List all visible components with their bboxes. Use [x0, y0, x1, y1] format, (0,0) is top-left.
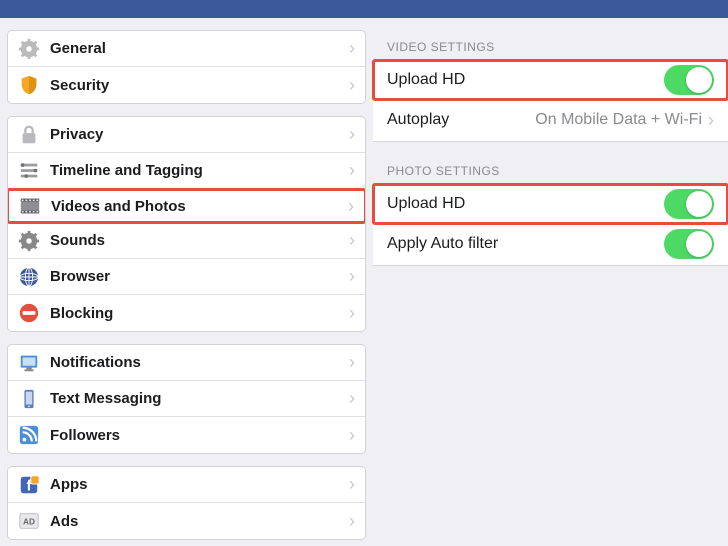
settings-row-videos[interactable]: Videos and Photos›	[7, 188, 366, 224]
chevron-right-icon: ›	[348, 196, 354, 217]
chevron-right-icon: ›	[349, 474, 355, 495]
settings-row-label: Videos and Photos	[51, 198, 348, 215]
settings-row-security[interactable]: Security›	[8, 67, 365, 103]
settings-row-timeline[interactable]: Timeline and Tagging›	[8, 153, 365, 189]
setting-row-photo_hd: Upload HD	[372, 183, 728, 225]
block-icon	[18, 302, 40, 324]
chevron-right-icon: ›	[349, 160, 355, 181]
svg-text:AD: AD	[23, 518, 35, 527]
setting-row-autofilter: Apply Auto filter	[373, 223, 728, 265]
apps-icon: f	[18, 474, 40, 496]
timeline-icon	[18, 160, 40, 182]
chevron-right-icon: ›	[349, 388, 355, 409]
monitor-icon	[18, 352, 40, 374]
ads-icon: AD	[18, 510, 40, 532]
detail-pane: VIDEO SETTINGS Upload HD AutoplayOn Mobile…	[373, 0, 728, 546]
settings-row-sounds[interactable]: Sounds›	[8, 223, 365, 259]
settings-row-label: Sounds	[50, 232, 349, 249]
chevron-right-icon: ›	[349, 38, 355, 59]
lock-icon	[18, 124, 40, 146]
settings-group: Privacy›Timeline and Tagging›Videos and …	[7, 116, 366, 332]
toggle-switch[interactable]	[664, 229, 714, 259]
chevron-right-icon: ›	[349, 230, 355, 251]
settings-row-general[interactable]: General›	[8, 31, 365, 67]
settings-group: General›Security›	[7, 30, 366, 104]
settings-row-label: Apps	[50, 476, 349, 493]
settings-row-blocking[interactable]: Blocking›	[8, 295, 365, 331]
section-header: VIDEO SETTINGS	[373, 18, 728, 60]
chevron-right-icon: ›	[349, 352, 355, 373]
gear-icon	[18, 38, 40, 60]
settings-row-label: Browser	[50, 268, 349, 285]
phone-icon	[18, 388, 40, 410]
settings-group: fApps›ADAds›	[7, 466, 366, 540]
settings-row-apps[interactable]: f Apps›	[8, 467, 365, 503]
settings-row-label: Ads	[50, 513, 349, 530]
settings-row-label: Security	[50, 77, 349, 94]
chevron-right-icon: ›	[349, 303, 355, 324]
film-icon	[19, 195, 41, 217]
toggle-switch[interactable]	[664, 65, 714, 95]
settings-row-label: Notifications	[50, 354, 349, 371]
settings-section: Upload HD AutoplayOn Mobile Data + Wi-Fi ›	[373, 60, 728, 142]
settings-group: Notifications›Text Messaging›Followers›	[7, 344, 366, 454]
rss-icon	[18, 424, 40, 446]
toggle-switch[interactable]	[664, 189, 714, 219]
globe-icon	[18, 266, 40, 288]
setting-row-autoplay[interactable]: AutoplayOn Mobile Data + Wi-Fi ›	[373, 99, 728, 141]
chevron-right-icon: ›	[349, 511, 355, 532]
settings-row-browser[interactable]: Browser›	[8, 259, 365, 295]
chevron-right-icon: ›	[708, 110, 714, 131]
settings-row-notifications[interactable]: Notifications›	[8, 345, 365, 381]
chevron-right-icon: ›	[349, 425, 355, 446]
gear2-icon	[18, 230, 40, 252]
chevron-right-icon: ›	[349, 75, 355, 96]
section-header: PHOTO SETTINGS	[373, 142, 728, 184]
settings-row-ads[interactable]: AD Ads›	[8, 503, 365, 539]
setting-label: Apply Auto filter	[387, 235, 664, 253]
setting-label: Autoplay	[387, 111, 535, 129]
settings-row-label: Timeline and Tagging	[50, 162, 349, 179]
settings-row-label: Blocking	[50, 305, 349, 322]
settings-section: Upload HD Apply Auto filter	[373, 184, 728, 266]
chevron-right-icon: ›	[349, 124, 355, 145]
settings-row-label: General	[50, 40, 349, 57]
setting-value: On Mobile Data + Wi-Fi	[535, 111, 702, 129]
setting-label: Upload HD	[387, 195, 664, 213]
settings-row-text[interactable]: Text Messaging›	[8, 381, 365, 417]
header-bar-right	[373, 0, 728, 18]
setting-row-video_hd: Upload HD	[372, 59, 728, 101]
header-bar-left	[0, 0, 373, 18]
settings-row-label: Text Messaging	[50, 390, 349, 407]
settings-row-label: Followers	[50, 427, 349, 444]
settings-row-label: Privacy	[50, 126, 349, 143]
settings-list-pane: General›Security›Privacy›Timeline and Ta…	[0, 0, 373, 546]
settings-row-privacy[interactable]: Privacy›	[8, 117, 365, 153]
settings-row-followers[interactable]: Followers›	[8, 417, 365, 453]
shield-icon	[18, 74, 40, 96]
setting-label: Upload HD	[387, 71, 664, 89]
chevron-right-icon: ›	[349, 266, 355, 287]
